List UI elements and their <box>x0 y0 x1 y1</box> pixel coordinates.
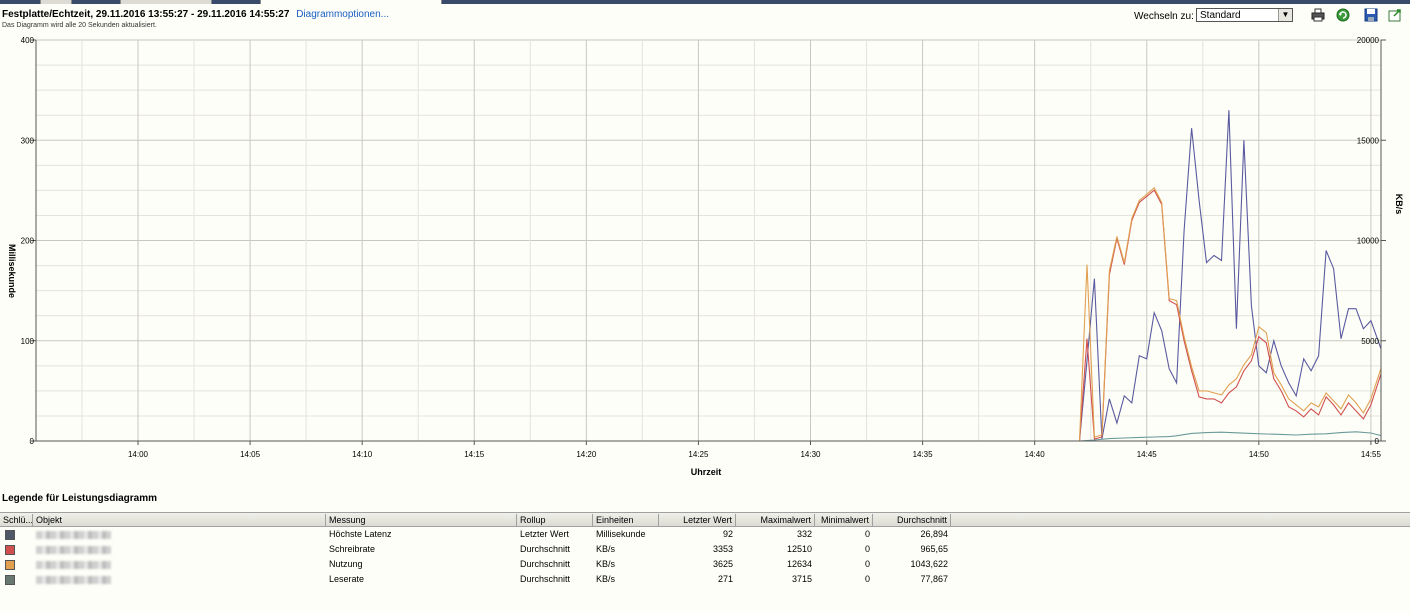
cell-unit: KB/s <box>596 544 616 554</box>
legend-row[interactable]: Nutzung Durchschnitt KB/s 3625 12634 0 1… <box>0 557 1410 572</box>
x-tick-label: 14:45 <box>1137 450 1158 459</box>
chart-title-text: Festplatte/Echtzeit, 29.11.2016 13:55:27… <box>2 9 290 20</box>
tab-strip <box>0 0 1410 4</box>
x-tick-label: 14:00 <box>128 450 149 459</box>
col-units[interactable]: Einheiten <box>593 514 659 526</box>
legend-row[interactable]: Höchste Latenz Letzter Wert Millisekunde… <box>0 527 1410 542</box>
cell-max: 332 <box>796 529 812 539</box>
y-tick-label-left: 0 <box>30 437 35 446</box>
x-tick-label: 14:55 <box>1361 450 1382 459</box>
print-icon[interactable] <box>1311 8 1325 22</box>
cell-avg: 1043,622 <box>910 559 948 569</box>
tab-overview[interactable] <box>40 0 72 4</box>
y-tick-label-left: 300 <box>21 136 35 145</box>
y-axis-label-right: KB/s <box>1394 194 1404 215</box>
cell-rollup: Letzter Wert <box>520 529 569 539</box>
col-last-value[interactable]: Letzter Wert <box>659 514 736 526</box>
legend-header: Schlü... Objekt Messung Rollup Einheiten… <box>0 512 1410 527</box>
x-tick-label: 14:30 <box>800 450 821 459</box>
col-average[interactable]: Durchschnitt <box>873 514 951 526</box>
x-tick-label: 14:05 <box>240 450 261 459</box>
cell-rollup: Durchschnitt <box>520 559 571 569</box>
cell-last: 271 <box>717 574 733 584</box>
cell-last: 3625 <box>712 559 733 569</box>
tab-performance[interactable] <box>260 0 442 4</box>
chart-title: Festplatte/Echtzeit, 29.11.2016 13:55:27… <box>2 9 389 20</box>
chart-options-link[interactable]: Diagrammoptionen... <box>296 9 389 20</box>
save-icon[interactable] <box>1364 8 1378 22</box>
series-swatch <box>5 575 15 585</box>
cell-unit: Millisekunde <box>596 529 646 539</box>
switch-to-dropdown[interactable]: Standard ▼ <box>1196 8 1293 22</box>
x-tick-label: 14:50 <box>1249 450 1270 459</box>
y-tick-label-right: 15000 <box>1357 136 1380 145</box>
x-tick-label: 14:25 <box>688 450 709 459</box>
col-key[interactable]: Schlü... <box>0 514 33 526</box>
cell-rollup: Durchschnitt <box>520 544 571 554</box>
y-tick-label-right: 0 <box>1375 437 1380 446</box>
cell-rollup: Durchschnitt <box>520 574 571 584</box>
series-swatch <box>5 560 15 570</box>
y-tick-label-left: 400 <box>21 36 35 45</box>
tab-hardware[interactable] <box>120 0 212 4</box>
y-tick-label-right: 20000 <box>1357 36 1380 45</box>
export-icon[interactable] <box>1388 8 1402 22</box>
object-name-redacted <box>36 546 111 554</box>
series-swatch <box>5 545 15 555</box>
cell-max: 3715 <box>791 574 812 584</box>
cell-last: 92 <box>722 529 733 539</box>
cell-avg: 77,867 <box>920 574 948 584</box>
x-tick-label: 14:10 <box>352 450 373 459</box>
legend-row[interactable]: Schreibrate Durchschnitt KB/s 3353 12510… <box>0 542 1410 557</box>
chart-grid <box>35 39 1382 442</box>
y-tick-label-left: 100 <box>21 337 35 346</box>
chevron-down-icon[interactable]: ▼ <box>1278 9 1292 21</box>
cell-min: 0 <box>864 574 870 584</box>
legend-row[interactable]: Leserate Durchschnitt KB/s 271 3715 0 77… <box>0 572 1410 587</box>
cell-measure: Leserate <box>329 574 365 584</box>
x-tick-label: 14:20 <box>576 450 597 459</box>
col-max[interactable]: Maximalwert <box>736 514 815 526</box>
legend-title: Legende für Leistungsdiagramm <box>2 493 158 504</box>
cell-avg: 965,65 <box>920 544 948 554</box>
y-axis-label-left: Millisekunde <box>7 244 17 298</box>
col-object[interactable]: Objekt <box>33 514 326 526</box>
col-min[interactable]: Minimalwert <box>815 514 873 526</box>
col-rollup[interactable]: Rollup <box>517 514 593 526</box>
switch-to-label: Wechseln zu: <box>1134 11 1194 22</box>
cell-avg: 26,894 <box>920 529 948 539</box>
y-tick-label-right: 10000 <box>1357 237 1380 246</box>
x-axis-label: Uhrzeit <box>691 467 722 477</box>
cell-measure: Nutzung <box>329 559 363 569</box>
object-name-redacted <box>36 561 111 569</box>
cell-min: 0 <box>864 529 870 539</box>
x-tick-label: 14:15 <box>464 450 485 459</box>
refresh-icon[interactable] <box>1336 8 1350 22</box>
cell-unit: KB/s <box>596 559 616 569</box>
refresh-note: Das Diagramm wird alle 20 Sekunden aktua… <box>2 22 157 29</box>
cell-max: 12510 <box>786 544 812 554</box>
cell-measure: Schreibrate <box>329 544 376 554</box>
object-name-redacted <box>36 576 111 584</box>
y-tick-label-right: 5000 <box>1361 337 1379 346</box>
x-tick-label: 14:35 <box>913 450 934 459</box>
switch-to-value: Standard <box>1200 10 1241 21</box>
cell-unit: KB/s <box>596 574 616 584</box>
cell-min: 0 <box>864 559 870 569</box>
cell-last: 3353 <box>712 544 733 554</box>
performance-chart: 0 100 200 300 400 0 5000 10000 15000 20000 14:00 14… <box>7 36 1404 477</box>
cell-max: 12634 <box>786 559 812 569</box>
cell-measure: Höchste Latenz <box>329 529 392 539</box>
cell-min: 0 <box>864 544 870 554</box>
x-tick-label: 14:40 <box>1025 450 1046 459</box>
y-tick-label-left: 200 <box>21 237 35 246</box>
object-name-redacted <box>36 531 111 539</box>
col-measure[interactable]: Messung <box>326 514 517 526</box>
series-swatch <box>5 530 15 540</box>
